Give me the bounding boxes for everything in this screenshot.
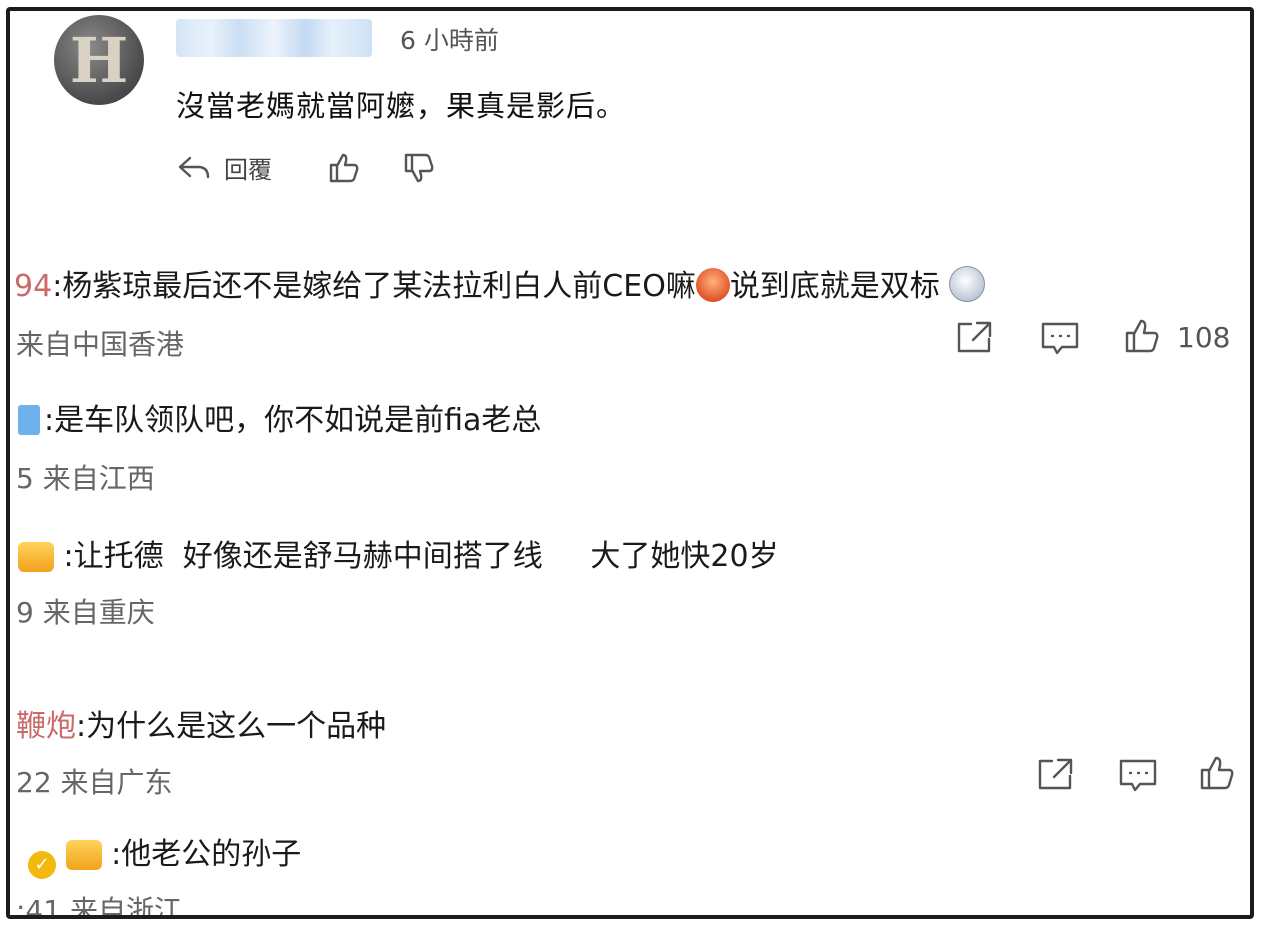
weibo-comment-text: 94:杨紫琼最后还不是嫁给了某法拉利白人前CEO嘛 说到底就是双标 (14, 261, 986, 305)
weibo-comment-text: :让托德 好像还是舒马赫中间搭了线 大了她快20岁 (18, 531, 779, 575)
weibo-comment-text: ✓ :他老公的孙子 (28, 829, 301, 879)
share-icon[interactable] (1036, 756, 1076, 796)
username-fragment[interactable]: 94 (14, 269, 52, 304)
comment-body: :他老公的孙子 (111, 837, 302, 872)
comment-text: 沒當老媽就當阿嬤，果真是影后。 (176, 89, 627, 123)
share-icon[interactable] (955, 319, 995, 359)
verified-badge-icon: ✓ (28, 851, 56, 879)
crown-badge-icon (65, 840, 102, 870)
comment-icon[interactable] (1118, 758, 1158, 798)
comment-location: 5 来自江西 (16, 462, 155, 495)
weibo-comment-text: :是车队领队吧，你不如说是前fia老总 (18, 395, 541, 439)
comment-location: 22 来自广东 (16, 766, 173, 799)
user-badge-icon (18, 405, 40, 435)
weibo-comment-text: 鞭炮:为什么是这么一个品种 (16, 701, 386, 745)
comment-body: :是车队领队吧，你不如说是前fia老总 (44, 403, 542, 438)
user-avatar[interactable]: H (54, 15, 144, 105)
like-count: 108 (1177, 321, 1231, 354)
thumbs-up-icon[interactable] (327, 151, 361, 185)
username-fragment[interactable]: 鞭炮 (16, 709, 76, 744)
crown-badge-icon (18, 542, 54, 572)
comment-body-continued: 说到底就是双标 (729, 269, 940, 304)
avatar-letter: H (69, 23, 129, 97)
comment-location: :41 来自浙江 (16, 894, 182, 919)
like-icon[interactable] (1123, 317, 1161, 359)
reply-icon[interactable] (176, 153, 212, 183)
comment-body: :为什么是这么一个品种 (76, 709, 387, 744)
doge-emoji-icon (949, 266, 986, 302)
comment-location: 9 来自重庆 (16, 596, 155, 629)
comment-icon[interactable] (1040, 321, 1080, 361)
like-icon[interactable] (1198, 754, 1236, 796)
comment-location: 来自中国香港 (16, 328, 185, 361)
thumbs-down-icon[interactable] (402, 151, 436, 185)
comment-body: :杨紫琼最后还不是嫁给了某法拉利白人前CEO嘛 (52, 269, 696, 304)
comment-timestamp: 6 小時前 (400, 26, 499, 55)
comment-body: :让托德 好像还是舒马赫中间搭了线 大了她快20岁 (63, 539, 779, 574)
reply-button[interactable]: 回覆 (224, 150, 272, 185)
comment-screenshot-frame: H 6 小時前 沒當老媽就當阿嬤，果真是影后。 回覆 94:杨紫琼最后还不是嫁给… (6, 7, 1254, 919)
laughing-emoji-icon (695, 268, 730, 302)
blurred-username[interactable] (176, 19, 372, 57)
